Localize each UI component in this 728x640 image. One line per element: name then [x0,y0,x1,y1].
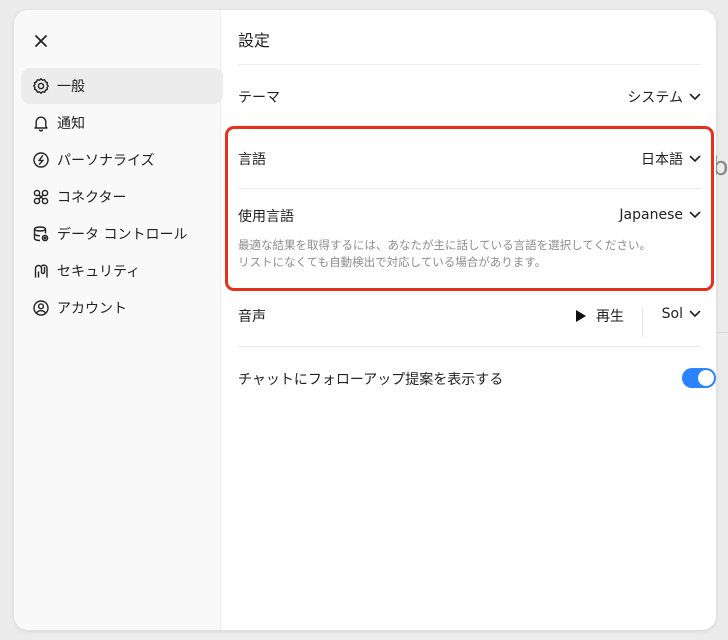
sidebar-item-notifications[interactable]: 通知 [21,105,223,141]
language-dropdown[interactable]: 日本語 [641,149,701,169]
divider [238,346,701,347]
sidebar-item-security[interactable]: セキュリティ [21,253,223,289]
settings-sidebar: 一般 通知 パーソナライズ コネクター データ コントロール セキュリティ アカ… [14,10,223,630]
sidebar-item-label: データ コントロール [57,227,188,243]
sidebar-item-label: アカウント [57,301,127,317]
account-icon [32,299,50,317]
sidebar-item-label: 一般 [57,79,85,95]
sidebar-item-label: パーソナライズ [57,153,155,169]
voice-dropdown[interactable]: Sol [662,306,701,322]
connectors-icon [32,188,50,206]
personalize-icon [32,151,50,169]
sidebar-item-label: 通知 [57,116,85,132]
chevron-down-icon [689,93,701,101]
sidebar-item-label: セキュリティ [57,264,141,280]
sidebar-item-data-controls[interactable]: データ コントロール [21,216,223,252]
separator [642,307,643,337]
gear-icon [32,77,50,95]
spoken-language-dropdown[interactable]: Japanese [619,207,701,223]
settings-dialog: 一般 通知 パーソナライズ コネクター データ コントロール セキュリティ アカ… [14,10,716,630]
play-voice-button[interactable]: 再生 [575,306,624,326]
theme-value: システム [627,90,683,106]
voice-value: Sol [661,306,683,322]
security-icon [32,262,50,280]
theme-label: テーマ [238,90,280,106]
sidebar-item-personalize[interactable]: パーソナライズ [21,142,223,178]
play-icon [576,310,586,322]
sidebar-item-account[interactable]: アカウント [21,290,223,326]
chevron-down-icon [689,211,701,219]
settings-content: 設定 テーマ システム 言語 日本語 使用言語 Japanese 最適な結果を取… [238,10,716,630]
page-title: 設定 [238,31,271,50]
close-button[interactable] [28,28,54,54]
language-label: 言語 [238,152,266,168]
sidebar-item-connectors[interactable]: コネクター [21,179,223,215]
voice-label: 音声 [238,309,266,325]
spoken-language-description: 最適な結果を取得するには、あなたが主に話している言語を選択してください。リストに… [238,238,651,269]
sidebar-item-label: コネクター [57,190,127,206]
spoken-language-label: 使用言語 [238,209,294,225]
close-icon [35,35,47,47]
bell-icon [32,114,50,132]
divider [238,64,701,65]
sidebar-item-general[interactable]: 一般 [21,68,223,104]
chevron-down-icon [689,155,701,163]
chevron-down-icon [689,310,701,318]
language-value: 日本語 [641,152,683,168]
toggle-knob [698,370,714,386]
followup-toggle[interactable] [682,368,716,388]
database-icon [32,225,50,243]
background-line [718,332,728,333]
divider [238,188,701,189]
play-label: 再生 [596,309,624,325]
theme-dropdown[interactable]: システム [627,87,701,107]
divider [238,125,701,126]
spoken-language-value: Japanese [619,207,683,223]
settings-nav: 一般 通知 パーソナライズ コネクター データ コントロール セキュリティ アカ… [21,68,223,327]
followup-label: チャットにフォローアップ提案を表示する [238,372,504,388]
